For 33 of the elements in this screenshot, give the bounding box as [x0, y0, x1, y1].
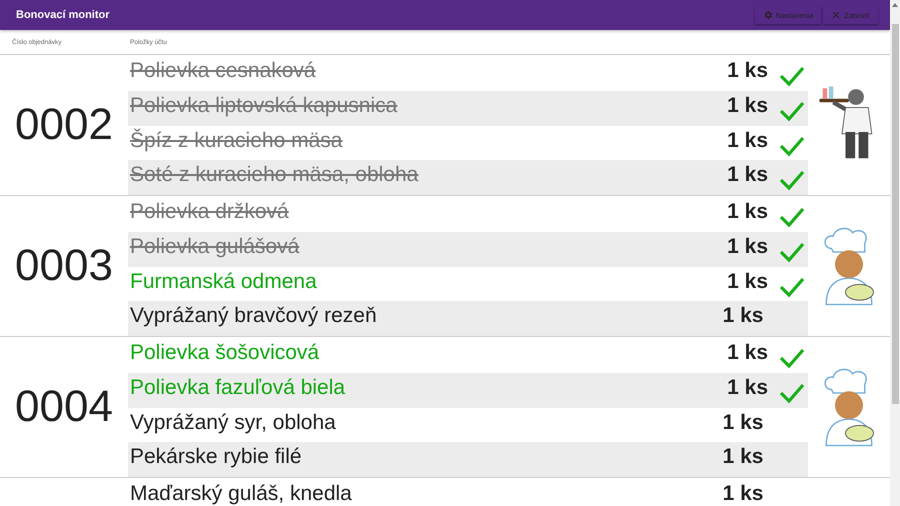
close-icon [831, 10, 842, 20]
item-name: Polievka liptovská kapusnica [129, 94, 398, 117]
item-quantity: 1 ks [726, 376, 768, 399]
item-name: Polievka šošovicová [129, 342, 320, 364]
item-name: Polievka fazuľová biela [129, 376, 346, 399]
item-quantity: 1 ks [722, 305, 764, 328]
item-quantity: 1 ks [726, 270, 768, 292]
item-quantity: 1 ks [726, 164, 768, 186]
item-name: Soté z kuracieho mäsa, obloha [129, 164, 420, 186]
item-quantity: 1 ks [726, 201, 768, 223]
item-name: Pekárske rybie filé [129, 446, 303, 468]
item-name: Maďarský guláš, knedla [129, 483, 353, 505]
item-quantity: 1 ks [722, 446, 764, 468]
item-quantity: 1 ks [722, 483, 764, 505]
item-name: Vyprážaný bravčový rezeň [129, 305, 378, 328]
item-name: Polievka držková [129, 201, 290, 223]
order-number: 0004 [15, 382, 113, 432]
item-name: Špíz z kuracieho mäsa [129, 130, 344, 152]
item-quantity: 1 ks [726, 130, 768, 152]
item-quantity: 1 ks [726, 60, 768, 82]
item-name: Vyprážaný syr, obloha [129, 412, 337, 434]
order-number: 0003 [15, 241, 113, 291]
item-quantity: 1 ks [722, 412, 764, 434]
item-name: Polievka cesnaková [129, 60, 317, 82]
order-number: 0002 [15, 100, 113, 150]
item-quantity: 1 ks [726, 236, 768, 258]
app-title: Bonovací monitor [16, 9, 110, 21]
item-quantity: 1 ks [726, 94, 768, 117]
scrollbar[interactable] [890, 0, 900, 506]
item-name: Polievka gulášová [129, 236, 300, 258]
item-quantity: 1 ks [726, 342, 768, 364]
item-name: Furmanská odmena [129, 270, 318, 292]
gear-icon [762, 10, 773, 20]
